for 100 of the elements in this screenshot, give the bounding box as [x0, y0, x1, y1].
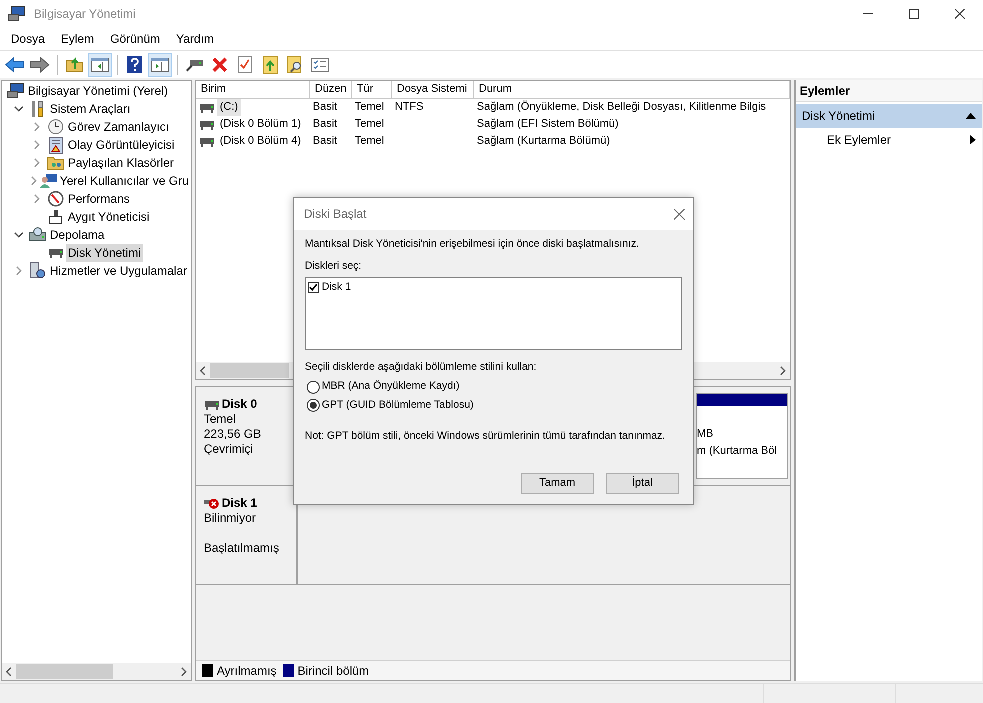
drive-icon [199, 136, 215, 148]
dialog-note: Not: GPT bölüm stili, önceki Windows sürümlerinin tümü tarafından tanınmaz. [305, 428, 666, 444]
arrow-page-icon [262, 56, 278, 74]
disk-option-label: Disk 1 [322, 280, 352, 294]
tree-pane-icon [91, 58, 109, 72]
radio-label: MBR (Ana Önyükleme Kaydı) [322, 379, 460, 394]
tree-item[interactable]: Depolama [48, 226, 107, 244]
scrollbar-thumb[interactable] [16, 664, 113, 679]
partition-text: MB [697, 427, 714, 442]
scrollbar-thumb[interactable] [210, 363, 290, 378]
column-header[interactable]: Düzen [310, 81, 352, 98]
partition-block[interactable]: MB m (Kurtarma Böl [696, 393, 788, 479]
toolbar-button[interactable] [88, 52, 112, 76]
disk-type: Temel [204, 412, 238, 427]
tree-item[interactable]: Yerel Kullanıcılar ve Gru [58, 172, 191, 190]
dialog-button[interactable]: İptal [606, 472, 679, 494]
computer-icon [7, 83, 25, 99]
help-icon [127, 56, 143, 74]
table-cell-text: Temel [355, 134, 384, 150]
drive-icon [204, 398, 220, 410]
close-icon[interactable] [955, 9, 965, 19]
table-cell-text: Basit [313, 100, 338, 116]
forward-arrow-icon [30, 56, 50, 72]
back-arrow-icon [5, 56, 25, 72]
chevron-right-icon[interactable] [14, 266, 24, 276]
action-pane-icon [151, 58, 169, 72]
log-book-icon [49, 136, 63, 154]
action-section[interactable]: Disk Yönetimi [796, 104, 982, 128]
tree-item[interactable]: Disk Yönetimi [66, 244, 144, 262]
tree-item[interactable]: Olay Görüntüleyicisi [66, 136, 177, 154]
column-header[interactable]: Durum [474, 81, 790, 98]
chevron-down-icon[interactable] [14, 230, 24, 240]
chevron-right-icon[interactable] [29, 176, 40, 186]
gauge-icon [48, 191, 64, 207]
actions-header: Eylemler [796, 80, 982, 102]
column-header[interactable]: Tür [352, 81, 392, 98]
horizontal-scrollbar[interactable] [2, 663, 191, 680]
partition-text: m (Kurtarma Böl [697, 444, 778, 459]
table-cell-text: Temel [355, 117, 384, 132]
menu-item[interactable]: Yardım [168, 30, 222, 48]
radio-label: GPT (GUID Bölümleme Tablosu) [322, 398, 474, 413]
disk-error-icon [204, 498, 220, 510]
maximize-icon[interactable] [909, 9, 919, 19]
table-row-label[interactable]: (C:) [217, 99, 242, 116]
device-icon [49, 209, 63, 225]
tree-item[interactable]: Hizmetler ve Uygulamalar [48, 262, 190, 280]
checklist-icon [311, 58, 329, 72]
table-row-label[interactable]: (Disk 0 Bölüm 4) [217, 133, 304, 150]
disk-name: Disk 0 [222, 397, 258, 412]
collapse-up-icon[interactable] [966, 112, 976, 120]
toolbar-button[interactable] [148, 52, 172, 76]
tree-item[interactable]: Performans [66, 190, 132, 208]
table-cell-text: Sağlam (EFI Sistem Bölümü) [477, 117, 619, 132]
tree-item[interactable]: Aygıt Yöneticisi [66, 208, 152, 226]
style-label: Seçili disklerde aşağıdaki bölümleme stilini kullan: [305, 360, 537, 374]
dialog-button[interactable]: Tamam [521, 472, 594, 494]
table-cell-text: Basit [313, 117, 338, 132]
radio-button[interactable] [307, 380, 320, 394]
tree-item[interactable]: Görev Zamanlayıcı [66, 118, 172, 136]
disk-status: Başlatılmamış [204, 541, 280, 556]
tree-item[interactable]: Sistem Araçları [48, 100, 133, 118]
list-label: Diskleri seç: [305, 258, 362, 274]
drive-icon [48, 247, 64, 259]
computer-icon [8, 6, 26, 22]
table-cell-text: Basit [313, 134, 338, 150]
menu-item[interactable]: Eylem [53, 30, 102, 48]
disk-name: Disk 1 [222, 496, 258, 511]
radio-button[interactable] [307, 399, 320, 412]
tree-item[interactable]: Paylaşılan Klasörler [66, 154, 176, 172]
delete-icon [212, 56, 228, 72]
search-icon [287, 56, 303, 74]
drive-icon [186, 58, 204, 72]
table-row-label[interactable]: (Disk 0 Bölüm 1) [217, 116, 304, 133]
checkbox[interactable] [308, 282, 319, 293]
chevron-down-icon[interactable] [14, 104, 24, 114]
disk-type: Bilinmiyor [204, 511, 258, 526]
menu-item[interactable]: Görünüm [102, 30, 168, 48]
window-title: Bilgisayar Yönetimi [34, 6, 136, 23]
drive-icon [199, 102, 215, 114]
users-icon [40, 173, 58, 189]
table-cell-text: Temel [355, 100, 384, 116]
shared-folder-icon [47, 155, 65, 171]
legend-label: Birincil bölüm [298, 662, 370, 680]
menu-item[interactable]: Dosya [3, 30, 54, 48]
column-header[interactable]: Birim [196, 81, 310, 98]
close-icon[interactable] [674, 208, 685, 220]
table-cell-text: Sağlam (Önyükleme, Disk Belleği Dosyası, Kilitlenme Bilgis [477, 100, 766, 116]
storage-icon [29, 227, 47, 243]
disk-status: Çevrimiçi [204, 442, 254, 457]
column-header[interactable]: Dosya Sistemi [392, 81, 474, 98]
checked-page-icon [238, 56, 252, 73]
tools-icon [30, 100, 46, 118]
clock-icon [48, 119, 64, 135]
chevron-right-icon[interactable] [32, 194, 42, 204]
action-item[interactable]: Ek Eylemler [796, 128, 982, 152]
section-title: Disk Yönetimi [802, 108, 876, 125]
dialog-title: Diski Başlat [304, 206, 367, 223]
legend-label: Ayrılmamış [217, 662, 277, 680]
tree-item[interactable]: Bilgisayar Yönetimi (Yerel) [26, 82, 170, 100]
table-cell-text: Sağlam (Kurtarma Bölümü) [477, 134, 610, 150]
